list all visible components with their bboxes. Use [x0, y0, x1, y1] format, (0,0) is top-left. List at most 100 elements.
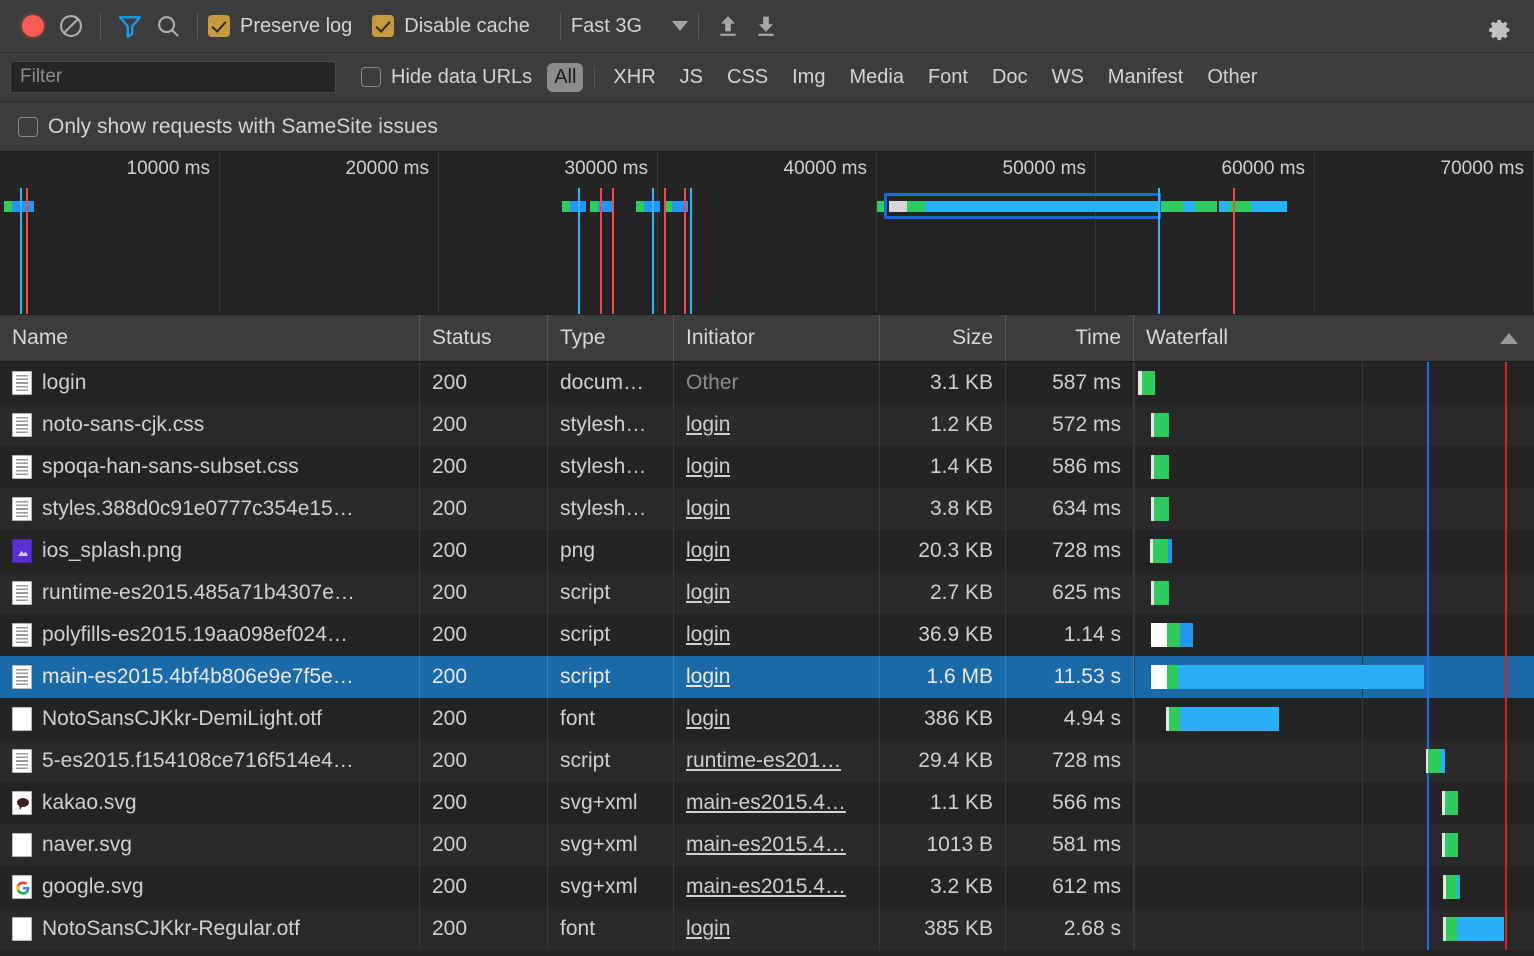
- table-row[interactable]: 5-es2015.f154108ce716f514e4… 200 script run…: [0, 740, 1534, 782]
- waterfall-bar[interactable]: [1151, 497, 1169, 521]
- initiator-link[interactable]: login: [686, 413, 730, 437]
- type-filter-doc[interactable]: Doc: [985, 63, 1035, 92]
- initiator-link[interactable]: runtime-es201…: [686, 749, 841, 773]
- waterfall-bar[interactable]: [1442, 833, 1458, 857]
- waterfall-bar[interactable]: [1138, 371, 1155, 395]
- type-filter-all[interactable]: All: [547, 62, 584, 92]
- cell-size: 20.3 KB: [880, 530, 1006, 572]
- column-header-initiator[interactable]: Initiator: [674, 315, 880, 361]
- hide-data-urls-checkbox[interactable]: Hide data URLs: [361, 66, 532, 89]
- initiator-link[interactable]: login: [686, 917, 730, 941]
- type-filter-font[interactable]: Font: [921, 63, 975, 92]
- cell-size: 1.2 KB: [880, 404, 1006, 446]
- type-filter-media[interactable]: Media: [842, 63, 910, 92]
- table-row[interactable]: spoqa-han-sans-subset.css 200 stylesh… logi…: [0, 446, 1534, 488]
- record-button[interactable]: [14, 7, 52, 45]
- filter-toggle-button[interactable]: [111, 7, 149, 45]
- disable-cache-checkbox[interactable]: Disable cache: [372, 15, 530, 38]
- column-header-type[interactable]: Type: [548, 315, 674, 361]
- waterfall-bar[interactable]: [1426, 749, 1445, 773]
- search-button[interactable]: [149, 7, 187, 45]
- table-row[interactable]: noto-sans-cjk.css 200 stylesh… login 1.2 KB 5…: [0, 404, 1534, 446]
- waterfall-gridline: [1134, 908, 1135, 950]
- table-row[interactable]: NotoSansCJKkr-DemiLight.otf 200 font login 3…: [0, 698, 1534, 740]
- samesite-filter-row[interactable]: Only show requests with SameSite issues: [0, 102, 1534, 152]
- waterfall-bar[interactable]: [1151, 623, 1193, 647]
- column-header-size[interactable]: Size: [880, 315, 1006, 361]
- settings-button[interactable]: [1480, 11, 1518, 49]
- column-header-waterfall-label: Waterfall: [1146, 326, 1229, 349]
- waterfall-dcl-line: [1427, 488, 1429, 530]
- type-filter-manifest[interactable]: Manifest: [1101, 63, 1191, 92]
- type-filter-xhr[interactable]: XHR: [606, 63, 662, 92]
- table-row[interactable]: ios_splash.png 200 png login 20.3 KB 728 ms: [0, 530, 1534, 572]
- cell-status: 200: [420, 698, 548, 740]
- waterfall-bar[interactable]: [1150, 539, 1172, 563]
- clear-button[interactable]: [52, 7, 90, 45]
- export-har-button[interactable]: [747, 7, 785, 45]
- waterfall-gridline: [1134, 782, 1135, 824]
- preserve-log-checkbox[interactable]: Preserve log: [208, 15, 352, 38]
- table-row[interactable]: naver.svg 200 svg+xml main-es2015.4… 1013 B5…: [0, 824, 1534, 866]
- waterfall-dcl-line: [1427, 446, 1429, 488]
- initiator-link[interactable]: login: [686, 455, 730, 479]
- request-name: polyfills-es2015.19aa098ef024…: [42, 623, 348, 646]
- dcl-event-line: [578, 188, 580, 314]
- waterfall-bar[interactable]: [1151, 665, 1424, 689]
- table-row[interactable]: polyfills-es2015.19aa098ef024… 200 script l…: [0, 614, 1534, 656]
- table-row[interactable]: runtime-es2015.485a71b4307e… 200 script log…: [0, 572, 1534, 614]
- request-name: kakao.svg: [42, 791, 137, 814]
- type-filter-img[interactable]: Img: [785, 63, 832, 92]
- table-row[interactable]: styles.388d0c91e0777c354e15… 200 stylesh… l…: [0, 488, 1534, 530]
- waterfall-load-line: [1505, 824, 1507, 866]
- column-header-status[interactable]: Status: [420, 315, 548, 361]
- type-filter-ws[interactable]: WS: [1045, 63, 1091, 92]
- waterfall-bar[interactable]: [1151, 413, 1169, 437]
- type-filter-js[interactable]: JS: [673, 63, 710, 92]
- initiator-link[interactable]: login: [686, 581, 730, 605]
- waterfall-gridline: [1362, 698, 1363, 740]
- waterfall-bar[interactable]: [1442, 791, 1458, 815]
- column-header-time[interactable]: Time: [1006, 315, 1134, 361]
- type-filter-other[interactable]: Other: [1200, 63, 1264, 92]
- initiator-link[interactable]: login: [686, 665, 730, 689]
- waterfall-bar[interactable]: [1166, 707, 1279, 731]
- waterfall-gridline: [1134, 698, 1135, 740]
- type-filter-css[interactable]: CSS: [720, 63, 775, 92]
- png-file-icon: [12, 539, 32, 563]
- filter-input[interactable]: [10, 61, 336, 93]
- waterfall-gridline: [1134, 656, 1135, 698]
- request-name: styles.388d0c91e0777c354e15…: [42, 497, 354, 520]
- waterfall-bar[interactable]: [1151, 581, 1169, 605]
- initiator-link[interactable]: login: [686, 707, 730, 731]
- initiator-link[interactable]: login: [686, 539, 730, 563]
- waterfall-dcl-line: [1427, 572, 1429, 614]
- initiator-link[interactable]: login: [686, 497, 730, 521]
- column-header-name[interactable]: Name: [0, 315, 420, 361]
- table-row[interactable]: google.svg 200 svg+xml main-es2015.4… 3.2 KB…: [0, 866, 1534, 908]
- network-overview[interactable]: 10000 ms 20000 ms 30000 ms 40000 ms 50000 ms…: [0, 152, 1534, 314]
- overview-request-bar: [889, 201, 907, 212]
- waterfall-bar[interactable]: [1443, 917, 1504, 941]
- initiator-link[interactable]: main-es2015.4…: [686, 833, 846, 857]
- column-header-waterfall[interactable]: Waterfall: [1134, 315, 1534, 361]
- table-row[interactable]: main-es2015.4bf4b806e9e7f5e… 200 script log…: [0, 656, 1534, 698]
- initiator-link[interactable]: login: [686, 623, 730, 647]
- waterfall-bar[interactable]: [1443, 875, 1460, 899]
- table-row[interactable]: NotoSansCJKkr-Regular.otf 200 font login 385…: [0, 908, 1534, 950]
- download-arrow-icon: [758, 16, 774, 36]
- table-row[interactable]: kakao.svg 200 svg+xml main-es2015.4… 1.1 KB 5…: [0, 782, 1534, 824]
- ruler-tick-label: 40000 ms: [783, 158, 867, 179]
- waterfall-segment: [1153, 539, 1168, 563]
- cell-size: 386 KB: [880, 698, 1006, 740]
- cell-waterfall: [1134, 866, 1534, 908]
- cell-name: login: [0, 362, 420, 404]
- waterfall-load-line: [1505, 614, 1507, 656]
- table-row[interactable]: login 200 docum… Other 3.1 KB 587 ms: [0, 362, 1534, 404]
- waterfall-bar[interactable]: [1151, 455, 1169, 479]
- initiator-link[interactable]: main-es2015.4…: [686, 875, 846, 899]
- throttling-dropdown[interactable]: Fast 3G: [571, 15, 689, 38]
- import-har-button[interactable]: [709, 7, 747, 45]
- cell-size: 3.2 KB: [880, 866, 1006, 908]
- initiator-link[interactable]: main-es2015.4…: [686, 791, 846, 815]
